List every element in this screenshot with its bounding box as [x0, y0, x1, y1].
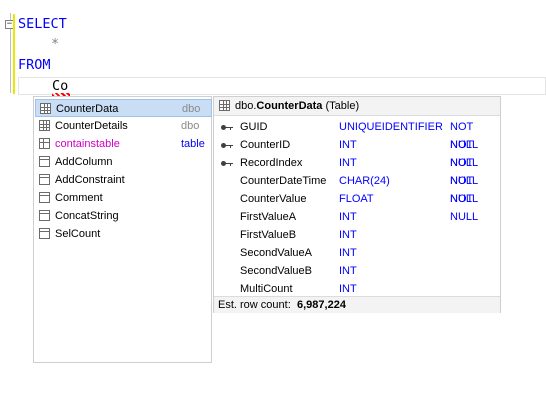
change-tracking-bar: [13, 14, 15, 94]
function-icon: [39, 156, 50, 167]
row-count-value: 6,987,224: [297, 299, 346, 311]
list-item-schema: table: [181, 138, 205, 150]
code-line-select: SELECT: [18, 16, 67, 32]
function-icon: [39, 192, 50, 203]
list-item-label: AddConstraint: [55, 174, 125, 186]
function-icon: [39, 228, 50, 239]
list-item-label: SelCount: [55, 228, 101, 240]
column-row: FirstValueB INT: [214, 226, 500, 244]
list-item[interactable]: SelCount: [35, 225, 212, 243]
column-type: INT: [339, 211, 357, 223]
code-line-from: FROM: [18, 57, 51, 73]
detail-object-name: CounterData: [256, 100, 323, 112]
list-item[interactable]: AddConstraint: [35, 171, 212, 189]
list-item-schema: dbo: [182, 103, 201, 115]
column-name: CounterDateTime: [240, 175, 327, 187]
key-icon: [221, 125, 233, 130]
table-icon: [219, 100, 230, 111]
list-item[interactable]: containstable table: [35, 135, 212, 153]
list-item[interactable]: ConcatString: [35, 207, 212, 225]
column-row: RecordIndex INT NOT NULL: [214, 154, 500, 187]
column-name: FirstValueB: [240, 229, 297, 241]
row-count-label: Est. row count:: [218, 299, 291, 311]
detail-schema: dbo.: [235, 100, 257, 112]
column-type: INT: [339, 247, 357, 259]
column-row: FirstValueA INT: [214, 208, 500, 226]
column-name: GUID: [240, 121, 268, 133]
column-type: INT: [339, 157, 357, 169]
list-item-label: AddColumn: [55, 156, 113, 168]
code-line-typed[interactable]: Co: [52, 78, 68, 94]
table-valued-function-icon: [39, 138, 50, 149]
column-row: CounterDateTime CHAR(24) NOT NULL: [214, 172, 500, 205]
column-type: INT: [339, 265, 357, 277]
list-item[interactable]: CounterDetails dbo: [35, 117, 212, 135]
column-name: CounterValue: [240, 193, 307, 205]
list-item-label: Comment: [55, 192, 103, 204]
detail-footer: Est. row count: 6,987,224: [214, 296, 500, 313]
column-name: FirstValueA: [240, 211, 297, 223]
function-icon: [39, 210, 50, 221]
column-type: INT: [339, 229, 357, 241]
list-item-schema: dbo: [181, 120, 200, 132]
column-name: SecondValueA: [240, 247, 312, 259]
object-detail-tooltip: dbo.CounterData (Table) GUID UNIQUEIDENT…: [213, 96, 501, 313]
code-line-star: *: [51, 36, 60, 52]
list-item[interactable]: AddColumn: [35, 153, 212, 171]
column-type: INT: [339, 139, 357, 151]
function-icon: [39, 174, 50, 185]
column-type: FLOAT: [339, 193, 374, 205]
list-item-label: ConcatString: [55, 210, 119, 222]
column-row: CounterValue FLOAT NOT NULL: [214, 190, 500, 223]
column-name: CounterID: [240, 139, 291, 151]
list-item[interactable]: CounterData dbo: [35, 99, 212, 117]
list-item-label: CounterData: [56, 103, 119, 115]
table-icon: [40, 103, 51, 114]
column-type: UNIQUEIDENTIFIER: [339, 121, 443, 133]
detail-title: dbo.CounterData (Table): [235, 97, 359, 115]
list-item-label: CounterDetails: [55, 120, 128, 132]
key-icon: [221, 143, 233, 148]
detail-header: dbo.CounterData (Table): [214, 97, 500, 116]
column-name: SecondValueB: [240, 265, 312, 277]
list-item[interactable]: Comment: [35, 189, 212, 207]
current-line-highlight: [18, 77, 546, 95]
column-name: RecordIndex: [240, 157, 303, 169]
completion-list[interactable]: CounterData dbo CounterDetails dbo conta…: [33, 96, 212, 363]
column-row: SecondValueA INT: [214, 244, 500, 262]
column-row: CounterID INT NOT NULL: [214, 136, 500, 169]
column-row: GUID UNIQUEIDENTIFIER NOT NULL: [214, 118, 500, 151]
column-row: SecondValueB INT: [214, 262, 500, 280]
column-type: CHAR(24): [339, 175, 390, 187]
table-icon: [39, 120, 50, 131]
key-icon: [221, 161, 233, 166]
list-item-label: containstable: [55, 138, 120, 150]
detail-object-kind: (Table): [325, 100, 360, 112]
